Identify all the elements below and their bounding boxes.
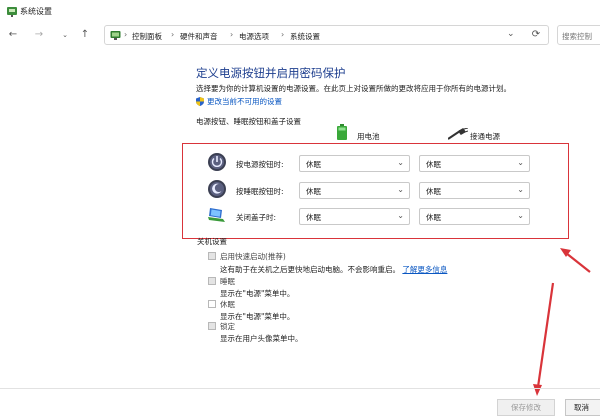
- save-changes-button[interactable]: 保存修改: [497, 399, 555, 416]
- footer-divider: [0, 388, 600, 389]
- arrow-to-save: [533, 282, 555, 396]
- cancel-button[interactable]: 取消: [565, 399, 600, 416]
- arrow-to-box: [560, 248, 591, 273]
- annotation-arrows: [533, 248, 591, 396]
